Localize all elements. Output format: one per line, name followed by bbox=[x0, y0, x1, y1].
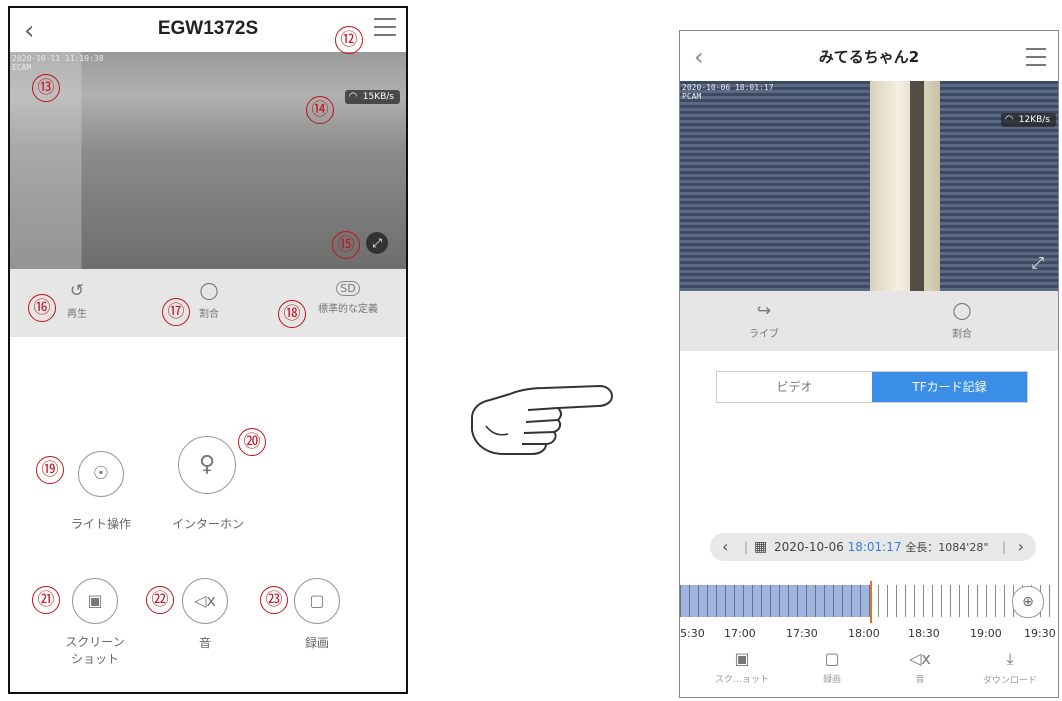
camera-icon: ▣ bbox=[734, 649, 750, 668]
sound-button[interactable]: ◁x bbox=[182, 578, 228, 624]
fullscreen-icon[interactable]: ⤢ bbox=[366, 232, 388, 254]
playback-button[interactable]: ↺ 再生 bbox=[62, 281, 92, 320]
timeline-label: 19:30 bbox=[1024, 627, 1056, 640]
record-button[interactable]: ▢ bbox=[294, 578, 340, 624]
marker-19: ⑲ bbox=[36, 456, 64, 484]
sound-button[interactable]: ◁x 音 bbox=[880, 649, 960, 685]
marker-14: ⑭ bbox=[306, 96, 334, 124]
screenshot-button[interactable]: ▣ スク…ョット bbox=[702, 649, 782, 685]
intercom-label: インターホン bbox=[171, 517, 244, 531]
next-day-button[interactable]: › bbox=[1018, 533, 1024, 561]
date-text: 2020-10-06 bbox=[774, 540, 844, 554]
timeline-ticks bbox=[680, 585, 1058, 617]
wifi-icon: ◠ bbox=[1004, 114, 1014, 125]
sd-icon: SD bbox=[336, 281, 360, 296]
calendar-icon[interactable]: ▦ bbox=[754, 533, 767, 561]
screenshot-label: スクリーン ショット bbox=[65, 635, 125, 666]
menu-icon[interactable] bbox=[374, 18, 396, 42]
left-toolbar: ↺ 再生 ◯ 割合 SD 標準的な定義 bbox=[10, 269, 406, 337]
intercom-button[interactable]: ♀ bbox=[178, 436, 236, 494]
source-tabs: ビデオ TFカード記録 bbox=[716, 371, 1028, 403]
wifi-icon: ◠ bbox=[348, 91, 358, 102]
tab-tf-card[interactable]: TFカード記録 bbox=[872, 372, 1027, 402]
live-button[interactable]: ↪ ライブ bbox=[744, 301, 784, 340]
zoom-in-icon[interactable]: ⊕ bbox=[1012, 586, 1044, 618]
marker-12: ⑫ bbox=[335, 26, 363, 54]
camera-icon: ▣ bbox=[87, 591, 103, 610]
definition-button[interactable]: SD 標準的な定義 bbox=[306, 281, 390, 315]
video-icon: ▢ bbox=[309, 591, 325, 610]
camera-timestamp: 2020-10-11 11:19:38 bbox=[12, 54, 104, 63]
bulb-icon: ☉ bbox=[92, 463, 110, 484]
marker-15: ⑮ bbox=[332, 231, 360, 259]
marker-23: ㉓ bbox=[260, 586, 288, 614]
prev-day-button[interactable]: ‹ bbox=[722, 533, 728, 561]
pointing-hand-icon bbox=[471, 384, 614, 455]
mute-icon: ◁x bbox=[194, 591, 216, 610]
marker-17: ⑰ bbox=[162, 298, 190, 326]
timeline-label: 17:30 bbox=[786, 627, 818, 640]
time-text: 18:01:17 bbox=[847, 540, 902, 554]
camera-channel: PCAM bbox=[682, 92, 702, 101]
sound-label: 音 bbox=[198, 636, 211, 650]
marker-18: ⑱ bbox=[278, 300, 306, 328]
light-label: ライト操作 bbox=[70, 517, 131, 531]
wifi-rate-badge: ◠ 15KB/s bbox=[344, 90, 400, 104]
light-button[interactable]: ☉ bbox=[78, 451, 124, 497]
duration-text: 全長：1084'28" bbox=[905, 541, 989, 554]
marker-22: ㉒ bbox=[146, 586, 174, 614]
door-gap bbox=[910, 81, 924, 291]
device-title: みてるちゃん2 bbox=[818, 48, 920, 66]
timeline-label: 18:30 bbox=[908, 627, 940, 640]
download-icon: ⤓ bbox=[1006, 649, 1014, 668]
right-header: ‹ みてるちゃん2 bbox=[680, 31, 1058, 82]
video-icon: ▢ bbox=[824, 649, 840, 668]
timeline-label: 18:00 bbox=[848, 627, 880, 640]
ratio-icon: ◯ bbox=[199, 281, 219, 301]
ratio-button[interactable]: ◯ 割合 bbox=[194, 281, 224, 320]
record-button[interactable]: ▢ 録画 bbox=[792, 649, 872, 685]
marker-20: ⑳ bbox=[238, 428, 266, 456]
right-toolbar: ↪ ライブ ◯ 割合 bbox=[680, 291, 1058, 351]
timeline-label: 19:00 bbox=[970, 627, 1002, 640]
download-button[interactable]: ⤓ ダウンロード bbox=[970, 649, 1050, 686]
record-label: 録画 bbox=[304, 636, 329, 650]
tab-video[interactable]: ビデオ bbox=[717, 372, 872, 402]
ratio-icon: ◯ bbox=[952, 301, 972, 321]
screenshot-button[interactable]: ▣ bbox=[72, 578, 118, 624]
timeline-cursor[interactable] bbox=[870, 581, 872, 623]
live-icon: ↪ bbox=[756, 301, 772, 321]
history-icon: ↺ bbox=[69, 281, 85, 301]
recording-timeline[interactable]: ⊕ bbox=[680, 581, 1058, 623]
marker-21: ㉑ bbox=[32, 586, 60, 614]
timeline-label: 17:00 bbox=[724, 627, 756, 640]
right-phone-screen: ‹ みてるちゃん2 2020-10-06 18:01:17 PCAM ◠ 12KB… bbox=[679, 30, 1059, 698]
date-selector: ‹ | ▦ 2020-10-06 18:01:17 全長：1084'28" | … bbox=[710, 533, 1036, 561]
camera-timestamp: 2020-10-06 18:01:17 bbox=[682, 83, 774, 92]
marker-16: ⑯ bbox=[28, 294, 56, 322]
mic-icon: ♀ bbox=[198, 452, 216, 477]
timeline-label: 5:30 bbox=[680, 627, 705, 640]
camera-channel: ECAM bbox=[12, 63, 32, 72]
fullscreen-icon[interactable]: ⤢ bbox=[1031, 253, 1044, 273]
wifi-rate-badge: ◠ 12KB/s bbox=[1000, 113, 1056, 127]
ratio-button[interactable]: ◯ 割合 bbox=[942, 301, 982, 340]
camera-view[interactable]: 2020-10-06 18:01:17 PCAM ◠ 12KB/s ⤢ bbox=[680, 81, 1058, 291]
mute-icon: ◁x bbox=[909, 649, 931, 668]
left-phone-screen: ‹ EGW1372S 2020-10-11 11:19:38 ECAM ◠ 15K… bbox=[8, 6, 408, 694]
menu-icon[interactable] bbox=[1026, 48, 1046, 72]
marker-13: ⑬ bbox=[32, 74, 60, 102]
door-frame bbox=[870, 81, 940, 291]
